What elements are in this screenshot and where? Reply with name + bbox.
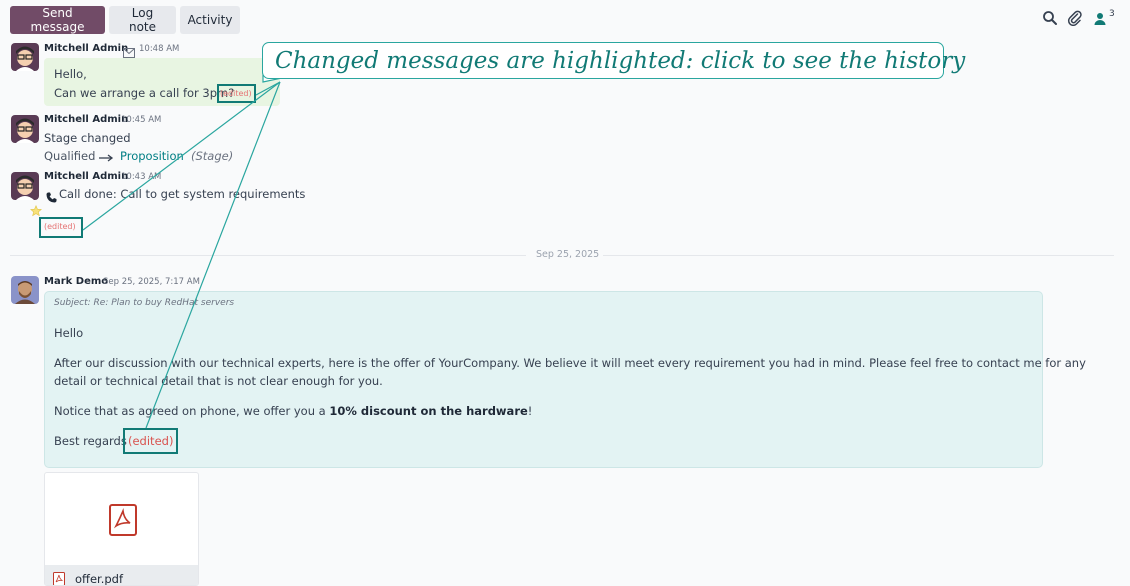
tooltip-text: Changed messages are highlighted: click … bbox=[275, 47, 966, 74]
callout-leader-lines bbox=[82, 62, 284, 429]
tooltip-callout: Changed messages are highlighted: click … bbox=[262, 42, 965, 79]
